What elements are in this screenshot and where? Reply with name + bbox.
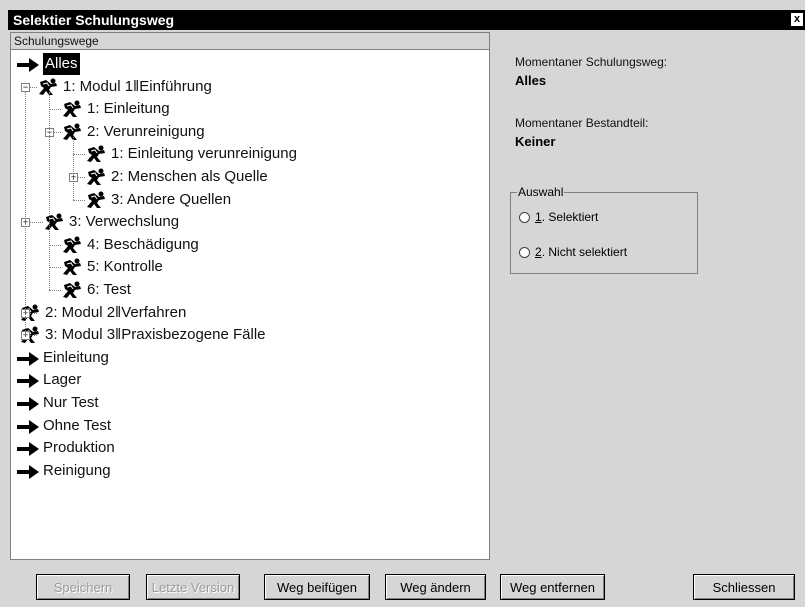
tree-node-label[interactable]: 3: Modul 3‖Praxisbezogene Fälle — [45, 324, 266, 346]
tree-connector — [73, 154, 85, 156]
tree-node-label[interactable]: 1: Einleitung — [87, 98, 170, 120]
tree-connector — [49, 290, 61, 291]
tree-connector — [49, 91, 50, 290]
radio-selected-label: . Selektiert — [541, 210, 599, 224]
radio-not-selected-key: 2 — [535, 245, 542, 259]
current-path-value: Alles — [515, 73, 547, 88]
runner-icon — [61, 236, 83, 254]
selection-group-caption: Auswahl — [517, 185, 565, 199]
tree-node[interactable]: 5: Kontrolle — [61, 256, 163, 278]
radio-not-selected[interactable]: 2. Nicht selektiert — [519, 245, 627, 259]
arrow-icon — [17, 57, 39, 73]
runner-icon — [61, 100, 83, 118]
tree-connector — [30, 312, 37, 314]
tree-connector — [49, 267, 61, 269]
training-path-tree[interactable]: Alles 1: Modul 1‖Einführung − 1: Einleitung… — [11, 53, 489, 553]
tree-node-label[interactable]: 3: Verwechslung — [69, 211, 179, 233]
tree-node-label[interactable]: Reinigung — [43, 460, 111, 482]
window-title: Selektier Schulungsweg — [13, 12, 175, 28]
tree-connector — [73, 136, 74, 200]
tree-node[interactable]: 1: Einleitung verunreinigung — [85, 143, 297, 165]
current-part-label: Momentaner Bestandteil: — [515, 116, 649, 130]
remove-path-button[interactable]: Weg entfernen — [500, 574, 605, 600]
tree-connector — [30, 222, 43, 224]
add-path-button[interactable]: Weg beifügen — [264, 574, 370, 600]
tree-node-label[interactable]: 6: Test — [87, 279, 131, 301]
current-part-value: Keiner — [515, 134, 556, 149]
tree-connector — [30, 86, 37, 88]
arrow-icon — [17, 441, 39, 457]
tree-node[interactable]: 3: Andere Quellen — [85, 189, 231, 211]
tree-node-label[interactable]: Einleitung — [43, 347, 109, 369]
radio-selected[interactable]: 1. Selektiert — [519, 210, 598, 224]
runner-icon — [61, 123, 83, 141]
tree-node-label[interactable]: 2: Verunreinigung — [87, 121, 205, 143]
tree-node[interactable]: 3: Modul 3‖Praxisbezogene Fälle — [19, 324, 266, 346]
arrow-icon — [17, 464, 39, 479]
collapse-icon[interactable]: − — [21, 82, 30, 92]
last-version-button[interactable]: Letzte Version — [146, 574, 240, 600]
runner-icon — [85, 168, 107, 186]
runner-icon — [37, 78, 59, 96]
selection-group: Auswahl 1. Selektiert 2. Nicht selektier… — [510, 185, 698, 274]
tree-node-label[interactable]: Lager — [43, 369, 81, 391]
tree-node-label[interactable]: 5: Kontrolle — [87, 256, 163, 278]
radio-not-selected-circle[interactable] — [519, 247, 530, 259]
tree-node[interactable]: 6: Test — [61, 279, 131, 301]
tree-node[interactable]: 4: Beschädigung — [61, 234, 199, 256]
tree-node-label[interactable]: 4: Beschädigung — [87, 234, 199, 256]
tree-panel-header: Schulungswege — [11, 33, 489, 50]
tree-node[interactable]: Alles — [17, 53, 80, 76]
radio-not-selected-label: . Nicht selektiert — [541, 245, 628, 259]
save-button[interactable]: Speichern — [36, 574, 130, 600]
tree-node[interactable]: Ohne Test — [17, 415, 111, 437]
change-path-button[interactable]: Weg ändern — [385, 574, 486, 600]
tree-node-label[interactable]: Nur Test — [43, 392, 99, 414]
tree-connector — [25, 91, 26, 336]
tree-node-label[interactable]: Alles — [43, 53, 80, 76]
tree-node[interactable]: 1: Modul 1‖Einführung — [37, 76, 212, 98]
tree-node[interactable]: Nur Test — [17, 392, 99, 414]
arrow-icon — [17, 351, 39, 366]
runner-icon — [61, 258, 83, 276]
radio-selected-circle[interactable] — [519, 212, 530, 224]
tree-node[interactable]: 3: Verwechslung — [43, 211, 179, 233]
runner-icon — [43, 213, 65, 231]
close-button[interactable]: Schliessen — [693, 574, 795, 600]
radio-selected-key: 1 — [535, 210, 542, 224]
arrow-icon — [17, 373, 39, 389]
tree-connector — [49, 109, 61, 111]
tree-connector — [30, 335, 37, 337]
tree-node-label[interactable]: 2: Modul 2‖Verfahren — [45, 302, 186, 324]
tree-node[interactable]: 1: Einleitung — [61, 98, 170, 120]
tree-node-label[interactable]: 2: Menschen als Quelle — [111, 166, 268, 188]
tree-node[interactable]: Einleitung — [17, 347, 109, 369]
tree-node-label[interactable]: Ohne Test — [43, 415, 111, 437]
tree-node-label[interactable]: 1: Einleitung verunreinigung — [111, 143, 297, 165]
tree-node[interactable]: Reinigung — [17, 460, 111, 482]
current-path-label: Momentaner Schulungsweg: — [515, 55, 668, 69]
tree-node[interactable]: Produktion — [17, 437, 115, 459]
tree-node[interactable]: 2: Modul 2‖Verfahren — [19, 302, 186, 324]
tree-node[interactable]: Lager — [17, 369, 81, 391]
title-bar: Selektier Schulungsweg x — [8, 10, 805, 30]
tree-connector — [73, 199, 85, 201]
runner-icon — [61, 281, 83, 299]
tree-node[interactable]: 2: Menschen als Quelle — [85, 166, 268, 188]
tree-connector — [49, 244, 61, 246]
tree-node-label[interactable]: 1: Modul 1‖Einführung — [63, 76, 212, 98]
arrow-icon — [17, 419, 39, 434]
tree-node-label[interactable]: 3: Andere Quellen — [111, 189, 231, 211]
runner-icon — [85, 145, 107, 163]
close-icon[interactable]: x — [791, 13, 803, 26]
tree-connector — [78, 177, 85, 178]
arrow-icon — [17, 396, 39, 412]
tree-node[interactable]: 2: Verunreinigung — [61, 121, 205, 143]
tree-panel: Schulungswege Alles 1: Modul 1‖Einführung… — [10, 32, 490, 560]
runner-icon — [85, 191, 107, 209]
tree-connector — [54, 131, 61, 133]
tree-node-label[interactable]: Produktion — [43, 437, 115, 459]
